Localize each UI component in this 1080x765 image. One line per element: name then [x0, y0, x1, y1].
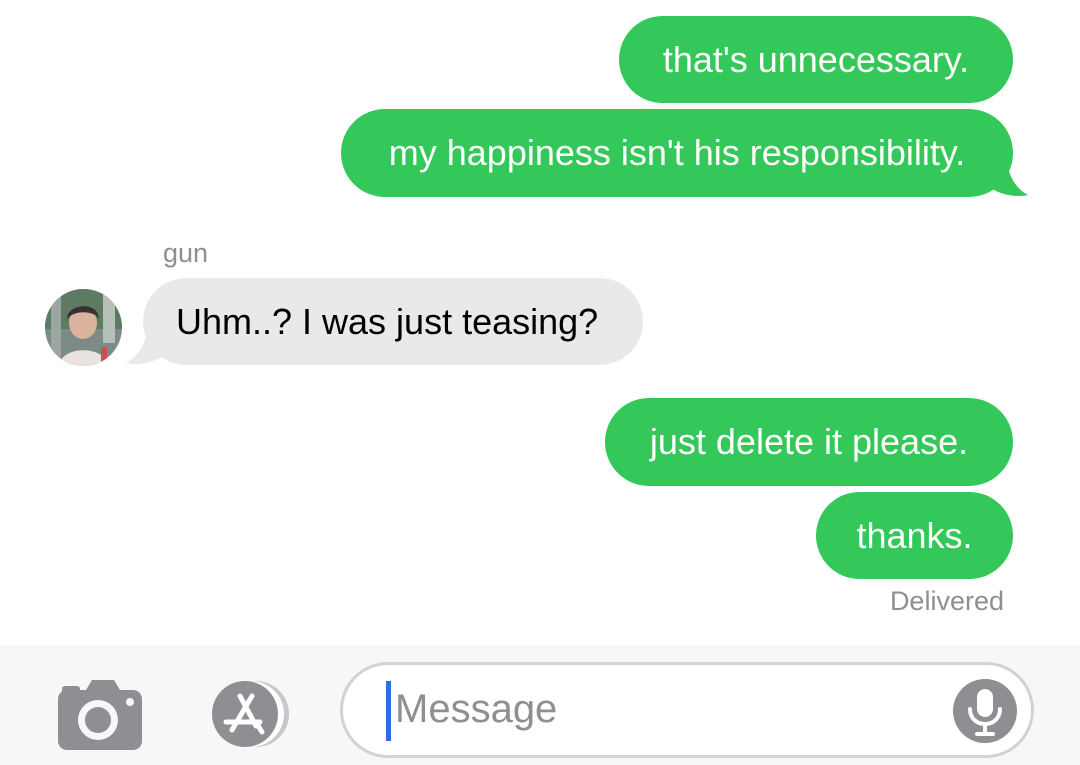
message-bubble-incoming[interactable]: Uhm..? I was just teasing?	[143, 278, 643, 365]
bubble-tail-outgoing	[988, 150, 1028, 196]
message-input[interactable]: Message	[340, 662, 1034, 758]
delivery-status: Delivered	[889, 586, 1004, 616]
avatar-photo-icon	[45, 289, 122, 366]
camera-button[interactable]	[58, 680, 142, 750]
sender-name: gun	[163, 238, 209, 268]
message-text: thanks.	[856, 514, 973, 556]
microphone-icon	[968, 689, 1002, 736]
message-text: that's unnecessary.	[662, 38, 970, 80]
message-placeholder: Message	[395, 687, 558, 731]
avatar[interactable]	[45, 289, 122, 366]
message-bubble-outgoing[interactable]: that's unnecessary.	[619, 16, 1013, 103]
message-text: my happiness isn't his responsibility.	[388, 132, 966, 173]
message-text: Uhm..? I was just teasing?	[176, 300, 599, 342]
app-store-button[interactable]	[196, 680, 296, 748]
camera-icon	[58, 680, 142, 750]
message-text: just delete it please.	[649, 421, 969, 462]
message-bubble-outgoing[interactable]: thanks.	[816, 492, 1013, 579]
bubble-tail-incoming	[126, 318, 166, 364]
message-bubble-outgoing[interactable]: just delete it please.	[605, 398, 1013, 486]
dictation-button[interactable]	[953, 679, 1017, 743]
app-store-icon	[212, 681, 289, 747]
message-bubble-outgoing[interactable]: my happiness isn't his responsibility.	[341, 109, 1013, 197]
text-cursor	[386, 681, 391, 741]
